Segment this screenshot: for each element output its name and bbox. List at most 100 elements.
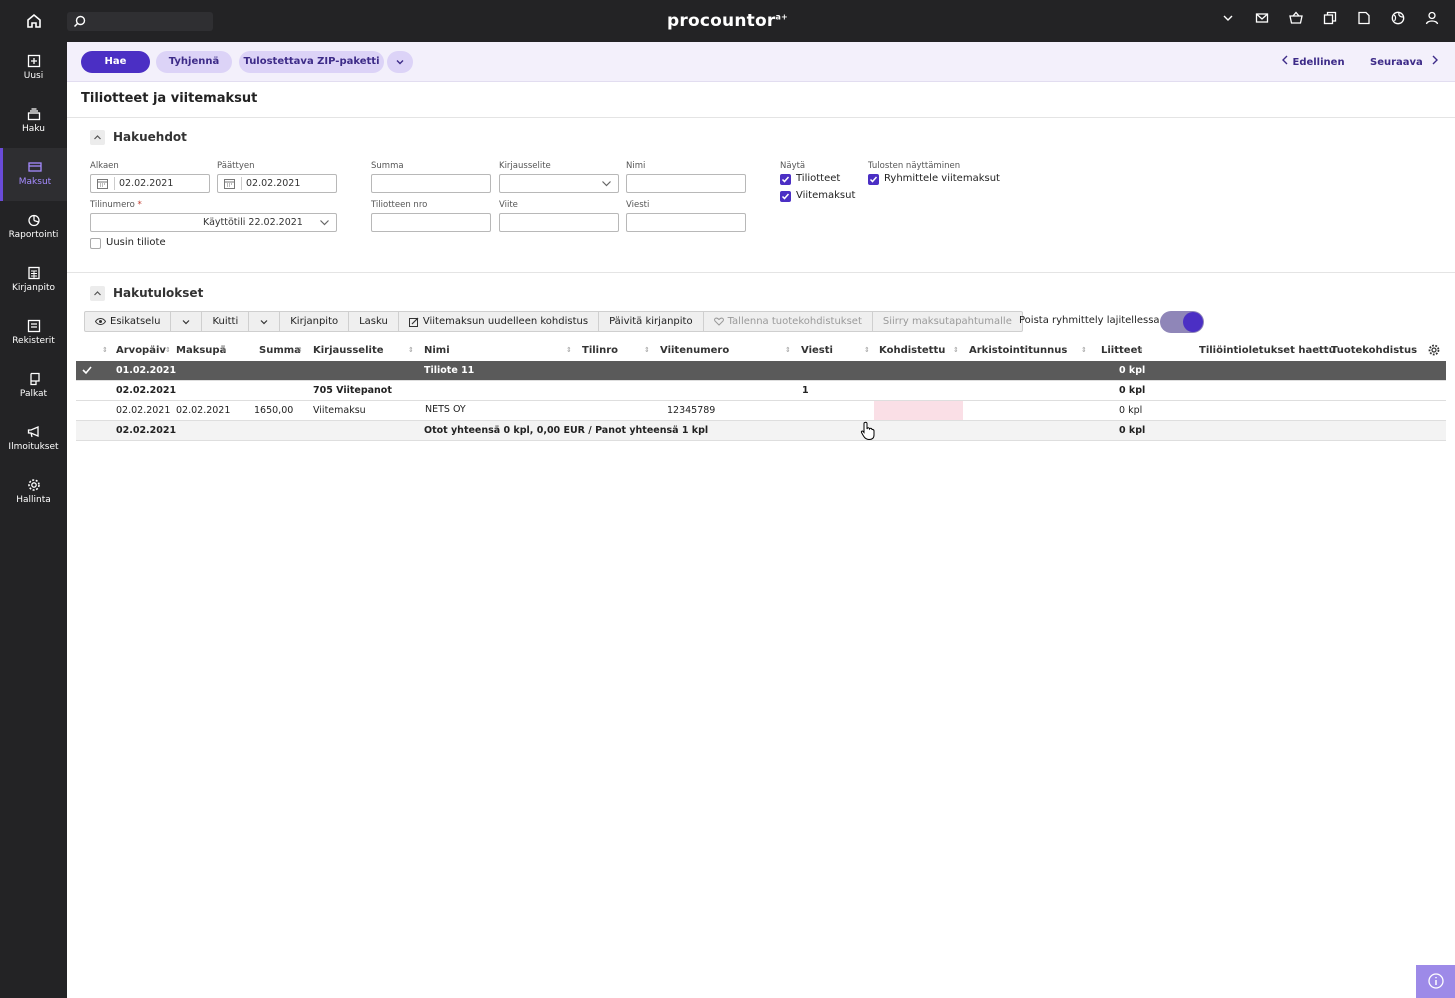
sidebar-item-rekisterit[interactable]: Rekisterit (0, 307, 67, 360)
newest-statement-checkbox[interactable] (90, 238, 101, 249)
col-nimi[interactable]: Nimi (424, 345, 450, 356)
table-row[interactable]: 01.02.2021 Tiliote 11 0 kpl (76, 361, 1446, 381)
reallocate-button[interactable]: Viitemaksun uudelleen kohdistus (399, 312, 600, 331)
preview-dropdown-button[interactable] (171, 312, 203, 331)
show-refpayments-checkbox[interactable] (780, 191, 791, 202)
chevron-down-icon (260, 319, 268, 324)
search-button[interactable]: Hae (81, 51, 150, 73)
entry-select[interactable] (499, 174, 619, 193)
hand-cursor-icon (860, 421, 876, 444)
top-bar: procountora+ (0, 0, 1455, 42)
clear-button[interactable]: Tyhjennä (156, 51, 232, 73)
move-to-transaction-button[interactable]: Siirry maksutapahtumalle (873, 312, 1022, 331)
sidebar-item-maksut[interactable]: Maksut (0, 148, 67, 201)
check-icon (81, 364, 93, 379)
sort-icon[interactable]: ⇕ (566, 346, 572, 354)
col-liitteet[interactable]: Liitteet (1101, 345, 1142, 356)
remove-grouping-toggle[interactable] (1160, 311, 1204, 333)
reference-input[interactable] (499, 213, 619, 232)
invoice-button[interactable]: Lasku (349, 312, 399, 331)
globe-icon[interactable] (1381, 11, 1415, 31)
chevron-up-icon (94, 291, 101, 296)
chevron-down-icon[interactable] (1211, 11, 1245, 31)
sort-icon[interactable]: ⇕ (221, 346, 227, 354)
sort-icon[interactable]: ⇕ (165, 346, 171, 354)
col-tuotekohdistus[interactable]: Tuotekohdistus (1331, 345, 1417, 356)
previous-link[interactable]: Edellinen (1281, 55, 1345, 68)
col-arvopaiva[interactable]: Arvopäiv (116, 345, 166, 356)
sort-icon[interactable]: ⇕ (1081, 346, 1087, 354)
sort-icon[interactable]: ⇕ (408, 346, 414, 354)
next-link[interactable]: Seuraava (1370, 55, 1439, 68)
pie-chart-icon (27, 214, 40, 227)
table-row[interactable]: 02.02.2021 Otot yhteensä 0 kpl, 0,00 EUR… (76, 421, 1446, 441)
zip-package-button[interactable]: Tulostettava ZIP-paketti (239, 51, 384, 73)
gear-icon (27, 479, 40, 491)
sidebar-item-hallinta[interactable]: Hallinta (0, 466, 67, 519)
sort-icon[interactable]: ⇕ (953, 346, 959, 354)
sidebar-item-palkat[interactable]: Palkat (0, 360, 67, 413)
start-date-input[interactable]: 02.02.2021 (90, 174, 210, 193)
table-row[interactable]: 02.02.2021 02.02.2021 1650,00 Viitemaksu… (76, 401, 1446, 421)
receipt-button[interactable]: Kuitti (202, 312, 250, 331)
check-icon (781, 176, 790, 183)
document-icon[interactable] (1347, 11, 1381, 31)
info-button[interactable] (1416, 965, 1455, 998)
col-tilinro[interactable]: Tilinro (582, 345, 618, 356)
start-date-label: Alkaen (90, 161, 119, 171)
col-kohdistettu[interactable]: Kohdistettu (879, 345, 945, 356)
newest-statement-label: Uusin tiliote (106, 237, 166, 248)
sidebar-item-kirjanpito[interactable]: Kirjanpito (0, 254, 67, 307)
results-collapse-button[interactable] (90, 286, 105, 301)
group-refpayments-checkbox[interactable] (868, 174, 879, 185)
display-results-label: Tulosten näyttäminen (868, 161, 961, 171)
sort-icon[interactable]: ⇕ (297, 346, 303, 354)
receipt-dropdown-button[interactable] (249, 312, 281, 331)
megaphone-icon (27, 426, 39, 438)
user-icon[interactable] (1415, 11, 1449, 31)
statement-number-input[interactable] (371, 213, 491, 232)
basket-icon[interactable] (1279, 11, 1313, 31)
sort-icon[interactable]: ⇕ (1316, 346, 1322, 354)
sort-icon[interactable]: ⇕ (644, 346, 650, 354)
name-label: Nimi (626, 161, 646, 171)
zip-dropdown-button[interactable] (387, 51, 413, 73)
sort-icon[interactable]: ⇕ (1138, 346, 1144, 354)
col-viesti[interactable]: Viesti (801, 345, 833, 356)
col-maksupaiva[interactable]: Maksupä (176, 345, 226, 356)
update-bookkeeping-button[interactable]: Päivitä kirjanpito (599, 312, 704, 331)
sort-icon[interactable]: ⇕ (864, 346, 870, 354)
col-viitenumero[interactable]: Viitenumero (660, 345, 729, 356)
account-select[interactable]: Käyttötili 22.02.2021 (90, 213, 337, 232)
sum-input[interactable] (371, 174, 491, 193)
end-date-input[interactable]: 02.02.2021 (217, 174, 337, 193)
save-allocations-button[interactable]: Tallenna tuotekohdistukset (704, 312, 873, 331)
show-refpayments-label: Viitemaksut (796, 190, 856, 201)
plus-square-icon (27, 54, 40, 68)
sidebar-item-uusi[interactable]: Uusi (0, 42, 67, 95)
mail-icon[interactable] (1245, 11, 1279, 31)
sidebar-item-ilmoitukset[interactable]: Ilmoitukset (0, 413, 67, 466)
col-summa[interactable]: Summa (259, 345, 301, 356)
name-input[interactable] (626, 174, 746, 193)
table-row[interactable]: 02.02.2021 705 Viitepanot 1 0 kpl (76, 381, 1446, 401)
criteria-collapse-button[interactable] (90, 130, 105, 145)
title-divider (67, 117, 1455, 118)
col-kirjausselite[interactable]: Kirjausselite (313, 345, 384, 356)
message-input[interactable] (626, 213, 746, 232)
show-statements-checkbox[interactable] (780, 174, 791, 185)
show-label: Näytä (780, 161, 806, 171)
sidebar-item-raportointi[interactable]: Raportointi (0, 201, 67, 254)
sort-icon[interactable]: ⇕ (102, 346, 108, 354)
action-bar: Hae Tyhjennä Tulostettava ZIP-paketti Ed… (67, 42, 1455, 82)
chevron-up-icon (94, 135, 101, 140)
col-arkistointitunnus[interactable]: Arkistointitunnus (969, 345, 1067, 356)
copy-icon[interactable] (1313, 11, 1347, 31)
preview-button[interactable]: Esikatselu (85, 312, 172, 331)
calculator-icon (27, 266, 40, 280)
sort-icon[interactable]: ⇕ (785, 346, 791, 354)
end-date-label: Päättyen (217, 161, 255, 171)
sidebar-item-haku[interactable]: Haku (0, 95, 67, 148)
column-settings-gear-icon[interactable] (1428, 344, 1440, 359)
bookkeeping-button[interactable]: Kirjanpito (280, 312, 350, 331)
